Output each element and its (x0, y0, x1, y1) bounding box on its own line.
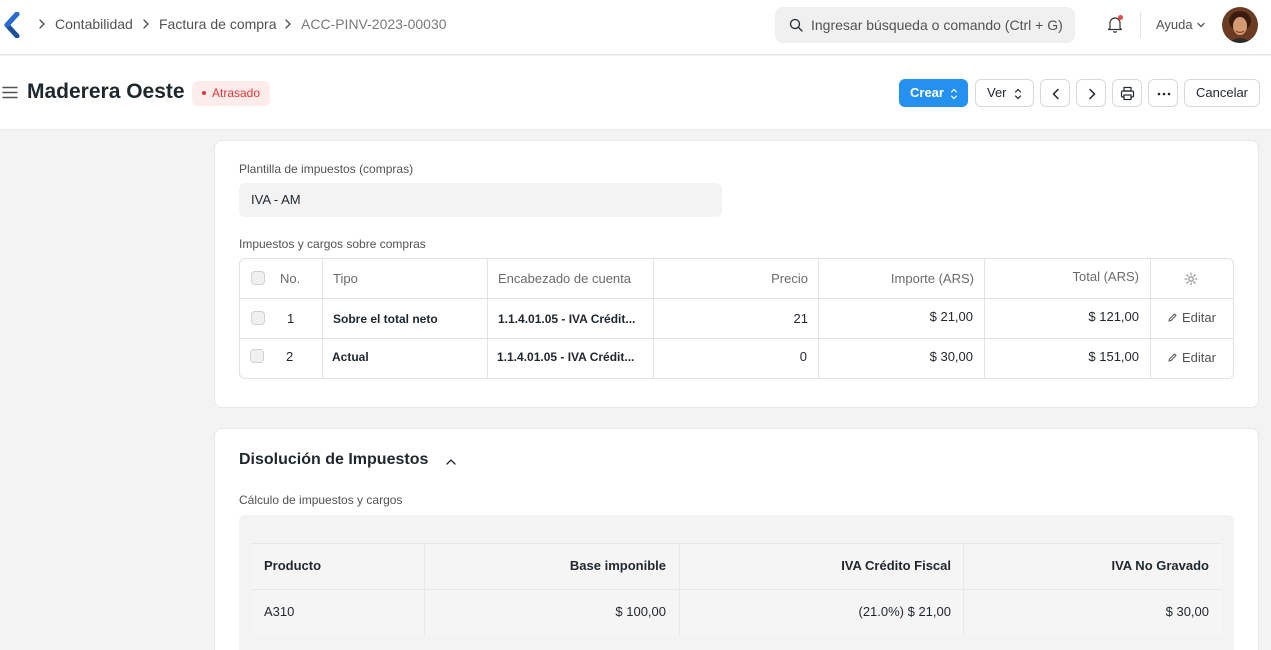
breadcrumb-chevron-icon (285, 19, 291, 29)
search-bar[interactable] (775, 7, 1075, 43)
select-arrows-icon (950, 88, 958, 100)
breadcrumb-contabilidad[interactable]: Contabilidad (55, 16, 133, 32)
row-tipo: Actual (332, 350, 369, 364)
next-document-button[interactable] (1076, 79, 1106, 107)
status-dot (202, 90, 206, 95)
notification-dot (1118, 15, 1123, 20)
chevron-down-icon[interactable] (1196, 20, 1206, 30)
cancel-button[interactable]: Cancelar (1184, 79, 1260, 107)
cell-producto: A310 (264, 604, 295, 619)
printer-icon (1120, 86, 1135, 101)
help-menu[interactable]: Ayuda (1156, 17, 1193, 32)
column-header-total: Total (ARS) (1072, 269, 1139, 284)
row-importe: $ 21,00 (929, 309, 973, 324)
search-icon (789, 18, 803, 32)
tax-breakdown-container: Producto Base imponible IVA Crédito Fisc… (239, 515, 1234, 650)
row-edit-button[interactable]: Editar (1167, 310, 1216, 325)
tax-template-field[interactable]: IVA - AM (239, 183, 722, 217)
previous-document-button[interactable] (1040, 79, 1070, 107)
page-head: Maderera Oeste Atrasado Crear Ver Cancel… (0, 56, 1271, 130)
search-input[interactable] (811, 7, 1069, 43)
column-header-iva-no-gravado: IVA No Gravado (1111, 558, 1209, 573)
row-total: $ 151,00 (1088, 349, 1139, 364)
row-total: $ 121,00 (1088, 309, 1139, 324)
tax-breakdown-section: Disolución de Impuestos Cálculo de impue… (214, 428, 1259, 650)
breadcrumb-current-document[interactable]: ACC-PINV-2023-00030 (301, 16, 447, 32)
status-label: Atrasado (212, 86, 261, 100)
row-edit-button[interactable]: Editar (1167, 350, 1216, 365)
more-icon (1157, 92, 1171, 96)
edit-label: Editar (1182, 310, 1216, 325)
column-header-iva-credito-fiscal: IVA Crédito Fiscal (841, 558, 951, 573)
page-title: Maderera Oeste (27, 80, 185, 103)
cell-iva-credito-fiscal: (21.0%) $ 21,00 (858, 604, 951, 619)
user-avatar[interactable] (1222, 7, 1258, 43)
tax-breakdown-table: Producto Base imponible IVA Crédito Fisc… (251, 543, 1222, 635)
print-button[interactable] (1112, 79, 1142, 107)
view-button[interactable]: Ver (975, 79, 1034, 107)
edit-label: Editar (1182, 350, 1216, 365)
row-importe: $ 30,00 (929, 349, 973, 364)
breadcrumb-chevron-icon (143, 19, 149, 29)
chevron-up-icon[interactable] (445, 457, 457, 467)
top-navbar: Contabilidad Factura de compra ACC-PINV-… (0, 0, 1271, 55)
row-checkbox[interactable] (250, 349, 264, 363)
pencil-icon (1168, 313, 1177, 322)
column-header-producto: Producto (264, 558, 322, 573)
row-precio: 0 (799, 349, 807, 364)
app-logo-icon[interactable] (4, 12, 20, 38)
section-subtitle: Cálculo de impuestos y cargos (239, 493, 403, 507)
section-title[interactable]: Disolución de Impuestos (239, 451, 428, 469)
chevron-right-icon (1089, 88, 1096, 100)
breadcrumb-chevron-icon (39, 19, 45, 29)
view-button-label: Ver (987, 85, 1007, 100)
taxes-table-label: Impuestos y cargos sobre compras (239, 237, 426, 251)
tax-template-label: Plantilla de impuestos (compras) (239, 162, 414, 176)
navbar-divider (1140, 12, 1141, 38)
create-button-label: Crear (910, 85, 944, 100)
avatar-photo (1222, 7, 1258, 43)
create-button[interactable]: Crear (899, 79, 968, 107)
cell-iva-no-gravado: $ 30,00 (1165, 604, 1209, 619)
row-no: 2 (286, 349, 294, 364)
column-header-base-imponible: Base imponible (569, 558, 666, 573)
cell-base-imponible: $ 100,00 (615, 604, 666, 619)
taxes-table-numeric: Total (ARS) $ 21,00 $ 121,00 Editar 2 Ac… (239, 257, 1234, 378)
status-badge: Atrasado (192, 81, 271, 106)
pencil-icon (1168, 353, 1177, 362)
chevron-left-icon (1052, 88, 1059, 100)
sidebar-toggle-icon[interactable] (2, 86, 18, 99)
breadcrumb-factura-de-compra[interactable]: Factura de compra (159, 16, 277, 32)
row-cuenta: 1.1.4.01.05 - IVA Crédit... (497, 350, 635, 364)
more-actions-button[interactable] (1148, 79, 1178, 107)
select-arrows-icon (1014, 88, 1022, 100)
